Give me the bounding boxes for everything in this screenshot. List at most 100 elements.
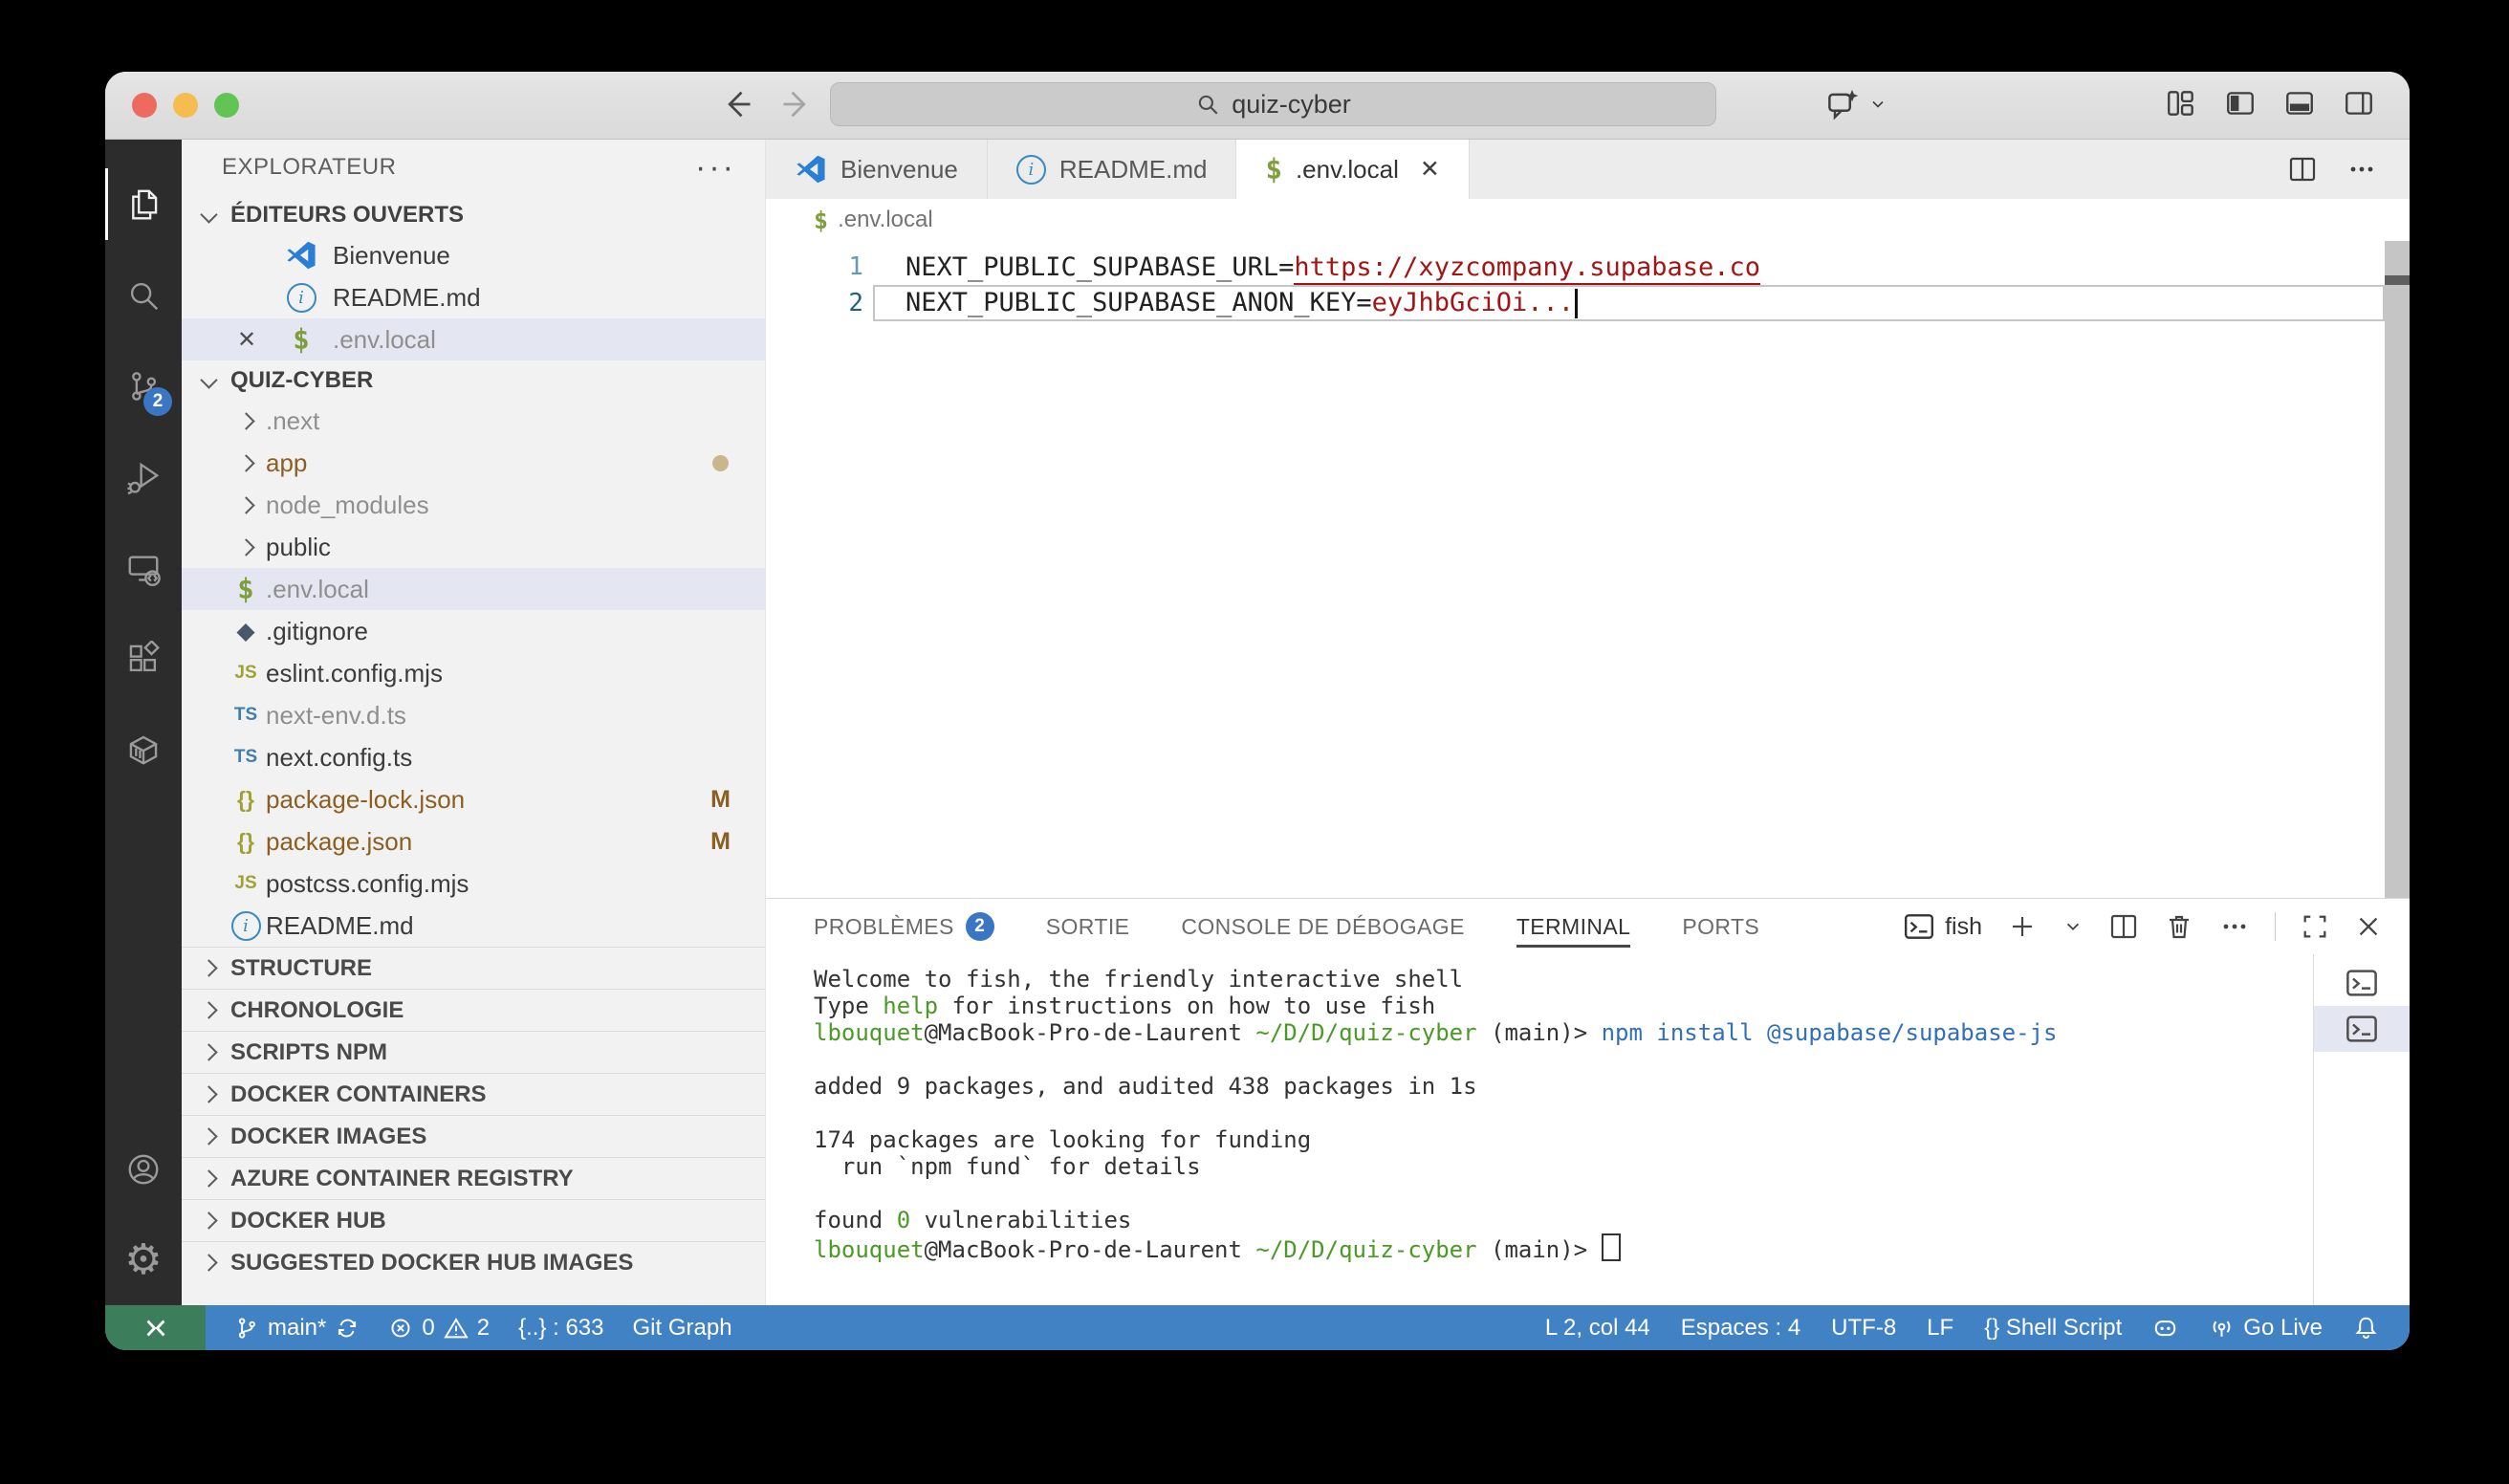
split-editor-icon[interactable] <box>2287 154 2318 185</box>
activity-settings-icon[interactable]: ⚙ <box>105 1214 182 1305</box>
toggle-panel-icon[interactable] <box>2283 87 2316 120</box>
sidebar-section-chronologie[interactable]: CHRONOLOGIE <box>182 989 765 1031</box>
tree-folder-public[interactable]: public <box>182 526 765 568</box>
sidebar-section-docker-hub[interactable]: DOCKER HUB <box>182 1199 765 1241</box>
breadcrumb[interactable]: $ .env.local <box>766 199 2410 241</box>
zoom-window-button[interactable] <box>214 93 239 118</box>
editor-more-actions-icon[interactable] <box>2346 154 2377 185</box>
panel-tab-probl-mes[interactable]: PROBLÈMES2 <box>814 899 994 954</box>
close-tab-icon[interactable]: ✕ <box>1420 155 1440 184</box>
info-file-icon: i <box>281 283 321 313</box>
tree-file-eslint-config-mjs[interactable]: JSeslint.config.mjs <box>182 652 765 694</box>
status-utf-8[interactable]: UTF-8 <box>1831 1315 1896 1342</box>
section-label: STRUCTURE <box>230 955 372 982</box>
open-editors-section-header[interactable]: ÉDITEURS OUVERTS <box>182 195 765 234</box>
open-editor-item[interactable]: iREADME.md <box>182 276 765 318</box>
split-terminal-icon[interactable] <box>2108 911 2139 942</box>
remote-indicator[interactable] <box>105 1305 206 1350</box>
tree-item-label: package-lock.json <box>266 785 465 815</box>
panel-tab-ports[interactable]: PORTS <box>1682 899 1759 954</box>
editor-tab--env-local[interactable]: $.env.local✕ <box>1236 140 1469 199</box>
sidebar-section-azure-container-registry[interactable]: AZURE CONTAINER REGISTRY <box>182 1157 765 1199</box>
terminal-line: Welcome to fish, the friendly interactiv… <box>814 966 2313 993</box>
open-editor-item[interactable]: Bienvenue <box>182 234 765 276</box>
close-editor-icon[interactable]: ✕ <box>237 326 270 354</box>
status-espaces-4[interactable]: Espaces : 4 <box>1681 1315 1800 1342</box>
minimize-window-button[interactable] <box>173 93 198 118</box>
activity-search-icon[interactable] <box>105 250 182 340</box>
tree-folder--next[interactable]: .next <box>182 400 765 442</box>
tree-file-package-lock-json[interactable]: {}package-lock.jsonM <box>182 778 765 820</box>
new-terminal-icon[interactable] <box>2007 911 2038 942</box>
tree-file-package-json[interactable]: {}package.jsonM <box>182 820 765 862</box>
kill-terminal-icon[interactable] <box>2164 911 2194 942</box>
sidebar-section-docker-containers[interactable]: DOCKER CONTAINERS <box>182 1073 765 1115</box>
customize-layout-icon[interactable] <box>2165 87 2197 120</box>
activity-explorer-icon[interactable] <box>105 159 182 250</box>
git-modified-badge: M <box>710 828 731 856</box>
tree-file-next-env-d-ts[interactable]: TSnext-env.d.ts <box>182 694 765 736</box>
tree-file-next-config-ts[interactable]: TSnext.config.ts <box>182 736 765 778</box>
status-l-2-col-44[interactable]: L 2, col 44 <box>1545 1315 1650 1342</box>
panel-more-actions-icon[interactable] <box>2219 911 2250 942</box>
tree-folder-node-modules[interactable]: node_modules <box>182 484 765 526</box>
terminal-output[interactable]: Welcome to fish, the friendly interactiv… <box>766 954 2313 1305</box>
activity-run-debug-icon[interactable] <box>105 431 182 522</box>
status-go-live[interactable]: Go Live <box>2209 1315 2323 1342</box>
panel-tab-sortie[interactable]: SORTIE <box>1046 899 1130 954</box>
tree-file--env-local[interactable]: $.env.local <box>182 568 765 610</box>
activity-accounts-icon[interactable] <box>105 1124 182 1214</box>
launch-profile-chevron-icon[interactable] <box>2062 916 2084 937</box>
editor-scrollbar[interactable] <box>2385 241 2410 898</box>
sidebar-section-structure[interactable]: STRUCTURE <box>182 947 765 989</box>
toggle-primary-sidebar-icon[interactable] <box>2224 87 2257 120</box>
command-center-search[interactable]: quiz-cyber <box>830 82 1716 126</box>
close-window-button[interactable] <box>132 93 157 118</box>
status-copilot[interactable] <box>2152 1315 2178 1341</box>
branch-name: main* <box>268 1315 326 1342</box>
tree-file-postcss-config-mjs[interactable]: JSpostcss.config.mjs <box>182 862 765 905</box>
tree-folder-app[interactable]: app <box>182 442 765 484</box>
tree-file-README-md[interactable]: iREADME.md <box>182 905 765 947</box>
project-section-header[interactable]: QUIZ-CYBER <box>182 360 765 400</box>
status--633[interactable]: {..} : 633 <box>518 1315 603 1342</box>
panel-tab-console-de-d-bogage[interactable]: CONSOLE DE DÉBOGAGE <box>1181 899 1464 954</box>
tree-item-label: postcss.config.mjs <box>266 869 469 899</box>
terminal-line: 174 packages are looking for funding <box>814 1126 2313 1153</box>
status-bar: main* 02 {..} : 633 Git Graph L 2, col 44 Esp… <box>105 1305 2410 1350</box>
toggle-secondary-sidebar-icon[interactable] <box>2343 87 2375 120</box>
close-panel-icon[interactable] <box>2354 912 2383 941</box>
sidebar-section-docker-images[interactable]: DOCKER IMAGES <box>182 1115 765 1157</box>
activity-source-control-icon[interactable]: 2 <box>105 340 182 431</box>
status-lf[interactable]: LF <box>1927 1315 1953 1342</box>
status--shell-script[interactable]: {} Shell Script <box>1984 1315 2122 1342</box>
activity-remote-explorer-icon[interactable] <box>105 522 182 613</box>
sidebar-section-suggested-docker-hub-images[interactable]: SUGGESTED DOCKER HUB IMAGES <box>182 1241 765 1283</box>
status-main-[interactable]: main* <box>234 1315 360 1342</box>
open-editor-item[interactable]: ✕$.env.local <box>182 318 765 360</box>
back-arrow-icon[interactable] <box>715 79 759 129</box>
terminal-tab-2[interactable] <box>2314 1006 2410 1052</box>
terminal-shell-selector[interactable]: fish <box>1903 910 1982 943</box>
sidebar-section-scripts-npm[interactable]: SCRIPTS NPM <box>182 1031 765 1073</box>
maximize-panel-icon[interactable] <box>2301 912 2329 941</box>
chevron-right-icon <box>226 499 266 512</box>
editor-tab-bar: BienvenueiREADME.md$.env.local✕ <box>766 140 2410 199</box>
status-git-graph[interactable]: Git Graph <box>633 1315 732 1342</box>
status-problems[interactable]: 02 <box>388 1315 490 1342</box>
terminal-line: lbouquet@MacBook-Pro-de-Laurent ~/D/D/qu… <box>814 1233 2313 1263</box>
activity-docker-icon[interactable] <box>105 704 182 795</box>
terminal-tab-1[interactable] <box>2314 960 2410 1006</box>
code-editor[interactable]: 1NEXT_PUBLIC_SUPABASE_URL=https://xyzcom… <box>766 241 2410 898</box>
status-bell[interactable] <box>2353 1315 2379 1341</box>
terminal-line: added 9 packages, and audited 438 packag… <box>814 1073 2313 1100</box>
overview-ruler-mark <box>2385 275 2410 285</box>
activity-extensions-icon[interactable] <box>105 613 182 704</box>
tree-item-label: app <box>266 448 307 478</box>
forward-arrow-icon[interactable] <box>775 79 818 129</box>
panel-tab-terminal[interactable]: TERMINAL <box>1516 899 1631 954</box>
tree-file--gitignore[interactable]: ◆.gitignore <box>182 610 765 652</box>
editor-tab-README-md[interactable]: iREADME.md <box>988 140 1237 199</box>
copilot-chat-button[interactable] <box>1826 87 1887 121</box>
editor-tab-Bienvenue[interactable]: Bienvenue <box>766 140 988 199</box>
